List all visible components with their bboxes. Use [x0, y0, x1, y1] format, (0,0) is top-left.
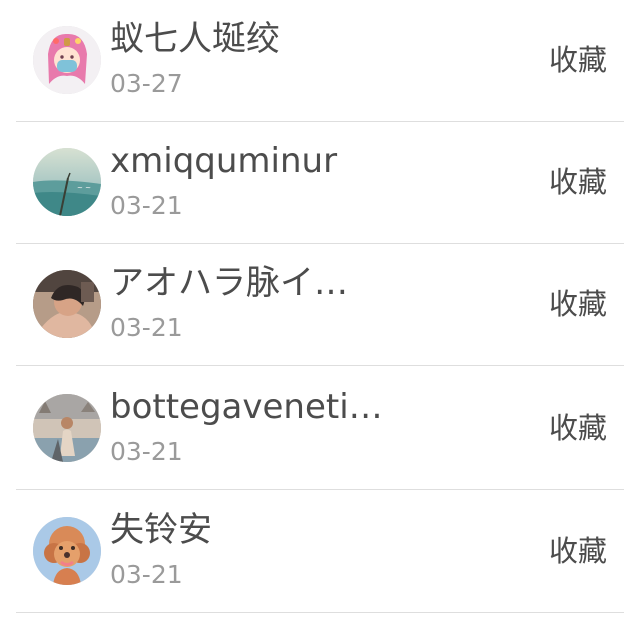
favorite-date: 03-21: [110, 437, 183, 466]
favorite-date: 03-27: [110, 69, 183, 98]
list-item[interactable]: アオハラ脉イ… 03-21 收藏: [0, 244, 640, 366]
poodle-dog-avatar[interactable]: [33, 517, 101, 585]
seaside-landscape-avatar[interactable]: ~ ~: [33, 148, 101, 216]
favorite-date: 03-21: [110, 560, 183, 589]
favorite-date: 03-21: [110, 313, 183, 342]
svg-text:~ ~: ~ ~: [77, 184, 91, 192]
favorite-button[interactable]: 收藏: [549, 285, 607, 323]
favorite-button[interactable]: 收藏: [549, 163, 607, 201]
anime-girl-avatar[interactable]: [33, 26, 101, 94]
favorite-button[interactable]: 收藏: [549, 409, 607, 447]
favorites-list: 蚁七人埏绞 03-27 收藏 ~ ~ xmiqquminur 03-21 收藏 …: [0, 0, 640, 617]
list-item[interactable]: bottegaveneti… 03-21 收藏: [0, 368, 640, 490]
username: 蚁七人埏绞: [110, 19, 280, 59]
username: アオハラ脉イ…: [110, 263, 348, 303]
favorite-date: 03-21: [110, 191, 183, 220]
list-item[interactable]: 蚁七人埏绞 03-27 收藏: [0, 0, 640, 122]
person-portrait-avatar[interactable]: [33, 270, 101, 338]
username: bottegaveneti…: [110, 387, 383, 427]
favorite-button[interactable]: 收藏: [549, 41, 607, 79]
travel-photo-avatar[interactable]: [33, 394, 101, 462]
list-item[interactable]: 失铃安 03-21 收藏: [0, 491, 640, 613]
username: xmiqquminur: [110, 141, 338, 181]
favorite-button[interactable]: 收藏: [549, 532, 607, 570]
list-item[interactable]: ~ ~ xmiqquminur 03-21 收藏: [0, 122, 640, 244]
username: 失铃安: [110, 510, 212, 550]
